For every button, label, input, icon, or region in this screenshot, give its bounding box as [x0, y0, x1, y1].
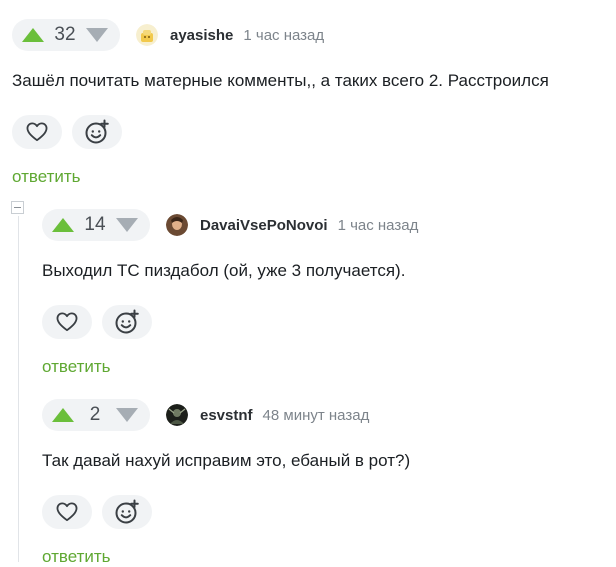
thread-line — [18, 216, 19, 562]
downvote-icon[interactable] — [116, 408, 138, 422]
timestamp: 1 час назад — [243, 26, 325, 44]
downvote-icon[interactable] — [116, 218, 138, 232]
comment-header: 32 ayasishe 1 час назад — [12, 19, 549, 51]
comment-text: Зашёл почитать матерные комменты,, а так… — [12, 71, 549, 90]
comment-text: Выходил ТС пиздабол (ой, уже 3 получаетс… — [42, 261, 406, 280]
comment-actions — [12, 115, 549, 149]
author-name[interactable]: DavaiVsePoNovoi — [200, 217, 328, 234]
comment-3: 2 esvstnf 48 минут назад Так давай нахуй… — [42, 399, 410, 567]
vote-count: 14 — [84, 214, 106, 235]
like-button[interactable] — [42, 495, 92, 529]
vote-widget: 14 — [42, 209, 150, 241]
vote-widget: 2 — [42, 399, 150, 431]
reply-link[interactable]: ответить — [42, 357, 418, 377]
upvote-icon[interactable] — [22, 28, 44, 42]
upvote-icon[interactable] — [52, 218, 74, 232]
avatar[interactable] — [166, 214, 188, 236]
smile-plus-icon — [115, 499, 139, 524]
vote-widget: 32 — [12, 19, 120, 51]
vote-count: 2 — [89, 404, 101, 425]
comment-actions — [42, 305, 418, 339]
reply-link[interactable]: ответить — [12, 167, 549, 187]
like-button[interactable] — [12, 115, 62, 149]
react-button[interactable] — [102, 495, 152, 529]
vote-count: 32 — [54, 24, 76, 45]
timestamp: 48 минут назад — [262, 406, 370, 424]
collapse-thread-icon[interactable] — [11, 201, 24, 214]
downvote-icon[interactable] — [86, 28, 108, 42]
author-name[interactable]: ayasishe — [170, 27, 233, 44]
timestamp: 1 час назад — [337, 216, 419, 234]
like-button[interactable] — [42, 305, 92, 339]
avatar[interactable] — [166, 404, 188, 426]
heart-icon — [26, 122, 48, 142]
heart-icon — [56, 502, 78, 522]
comment-2: 14 DavaiVsePoNovoi 1 час назад Выходил Т… — [42, 209, 418, 377]
react-button[interactable] — [72, 115, 122, 149]
react-button[interactable] — [102, 305, 152, 339]
comment-text: Так давай нахуй исправим это, ебаный в р… — [42, 451, 411, 470]
reply-link[interactable]: ответить — [42, 547, 410, 567]
author-name[interactable]: esvstnf — [200, 407, 253, 424]
comment-1: 32 ayasishe 1 час назад Зашёл почитать м… — [12, 19, 549, 187]
comment-actions — [42, 495, 410, 529]
avatar[interactable] — [136, 24, 158, 46]
smile-plus-icon — [85, 119, 109, 144]
smile-plus-icon — [115, 309, 139, 334]
heart-icon — [56, 312, 78, 332]
comment-header: 14 DavaiVsePoNovoi 1 час назад — [42, 209, 418, 241]
upvote-icon[interactable] — [52, 408, 74, 422]
comment-header: 2 esvstnf 48 минут назад — [42, 399, 410, 431]
